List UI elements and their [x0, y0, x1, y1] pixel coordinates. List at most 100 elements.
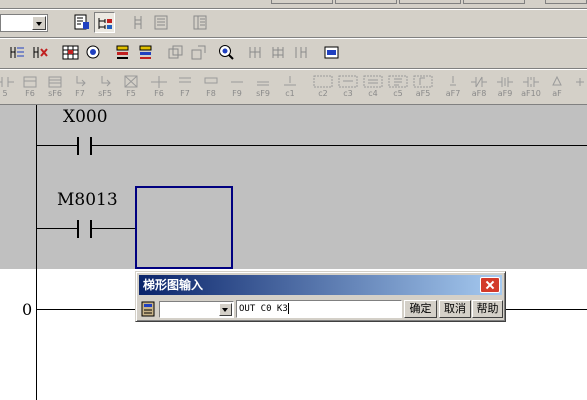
- file-button[interactable]: [151, 12, 172, 33]
- chip-icon: [413, 75, 433, 88]
- contact-icon: [124, 75, 138, 88]
- device-comment-button[interactable]: [130, 12, 151, 33]
- contact-icon: [231, 81, 243, 83]
- ladder-edit-button[interactable]: [7, 42, 28, 63]
- window-button[interactable]: [321, 42, 342, 63]
- contact-icon: [0, 77, 14, 87]
- fkey-button[interactable]: aF7: [441, 74, 465, 101]
- fkey-button[interactable]: c1: [278, 74, 302, 101]
- ladder-input-dialog: 梯形图输入 OUT C0 K3 确定 取消 帮助: [135, 271, 506, 322]
- ladder-edit-zone[interactable]: [0, 105, 587, 269]
- fkey-button[interactable]: F9: [225, 74, 249, 101]
- contact-icon: [552, 75, 562, 86]
- contact-icon: [576, 78, 584, 86]
- ladder-edit-icon: [10, 47, 24, 58]
- contact-label-m8013: M8013: [57, 190, 118, 210]
- text-caret: [287, 303, 289, 314]
- contact-icon: [23, 76, 37, 88]
- fkey-button[interactable]: sF5: [93, 74, 117, 101]
- zoom-button[interactable]: [216, 42, 237, 63]
- contact-label-x000: X000: [63, 107, 108, 127]
- fkey-button[interactable]: c2: [311, 74, 335, 101]
- contact-icon: [204, 77, 218, 84]
- split-mid-icon: [272, 47, 284, 58]
- instruction-book-icon: [141, 301, 155, 317]
- normally-open-contact[interactable]: [90, 137, 92, 155]
- split-mid-button[interactable]: [268, 42, 289, 63]
- dialog-titlebar[interactable]: 梯形图输入: [139, 275, 502, 295]
- normally-open-contact[interactable]: [77, 220, 79, 238]
- fkey-button[interactable]: aF: [545, 74, 569, 101]
- circuit-convert-button[interactable]: [94, 12, 115, 33]
- fkey-button[interactable]: F5: [119, 74, 143, 101]
- insert-row-button[interactable]: [112, 42, 133, 63]
- contact-icon: [284, 76, 296, 86]
- ladder-delete-button[interactable]: [30, 42, 51, 63]
- zoom-icon: [219, 45, 234, 60]
- contact-icon: [101, 76, 111, 87]
- contact-icon: [151, 76, 167, 88]
- contact-icon: [523, 77, 539, 87]
- delete-row-button[interactable]: [135, 42, 156, 63]
- paste-icon: [191, 45, 206, 60]
- paste-button[interactable]: [188, 42, 209, 63]
- fkey-button[interactable]: aF5: [411, 74, 435, 101]
- fkey-button[interactable]: F6: [147, 74, 171, 101]
- fkey-button[interactable]: aF8: [467, 74, 491, 101]
- chip-icon: [338, 75, 358, 88]
- split-right-button[interactable]: [291, 42, 312, 63]
- fkey-button[interactable]: F6: [18, 74, 42, 101]
- fkey-button[interactable]: aF10: [519, 74, 543, 101]
- chip-icon: [388, 75, 408, 88]
- chip-icon: [313, 75, 333, 88]
- fkey-button[interactable]: c4: [361, 74, 385, 101]
- step-number: 0: [22, 300, 33, 319]
- contact-icon: [450, 76, 456, 86]
- fkey-button[interactable]: [571, 74, 587, 101]
- contact-icon: [471, 76, 487, 88]
- split-left-button[interactable]: [245, 42, 266, 63]
- cancel-button[interactable]: 取消: [439, 300, 471, 318]
- help-button[interactable]: 帮助: [472, 300, 503, 318]
- chevron-down-icon[interactable]: [32, 16, 46, 30]
- grid-button[interactable]: [60, 42, 81, 63]
- ok-button[interactable]: 确定: [404, 300, 437, 318]
- fkey-button[interactable]: 5: [0, 74, 17, 101]
- window-icon: [324, 46, 339, 59]
- fkey-button[interactable]: c3: [336, 74, 360, 101]
- contact-icon: [257, 81, 269, 86]
- list-button[interactable]: [190, 12, 211, 33]
- copy-button[interactable]: [165, 42, 186, 63]
- insert-row-icon: [116, 45, 129, 59]
- list-icon: [193, 15, 207, 30]
- normally-open-contact[interactable]: [77, 137, 79, 155]
- fkey-button[interactable]: F8: [199, 74, 223, 101]
- dialog-title: 梯形图输入: [143, 278, 204, 292]
- find-icon: [86, 45, 100, 59]
- fkey-button[interactable]: c5: [386, 74, 410, 101]
- file-icon: [154, 15, 168, 30]
- edit-cursor-box[interactable]: [135, 186, 233, 269]
- normally-open-contact[interactable]: [90, 220, 92, 238]
- fkey-button[interactable]: sF6: [43, 74, 67, 101]
- find-button[interactable]: [83, 42, 104, 63]
- fkey-button[interactable]: sF9: [251, 74, 275, 101]
- fkey-button[interactable]: aF9: [493, 74, 517, 101]
- ladder-delete-icon: [33, 47, 48, 58]
- ladder-monitor-button[interactable]: [72, 12, 93, 33]
- contact-icon: [76, 76, 86, 87]
- left-power-rail: [36, 105, 37, 400]
- chip-icon: [363, 75, 383, 88]
- chevron-down-icon[interactable]: [219, 303, 232, 316]
- contact-icon: [179, 77, 191, 83]
- grid-icon: [62, 45, 79, 60]
- fkey-button[interactable]: F7: [173, 74, 197, 101]
- instruction-input[interactable]: OUT C0 K3: [236, 300, 402, 318]
- program-combo[interactable]: [0, 14, 48, 32]
- instruction-type-select[interactable]: [159, 301, 234, 318]
- fkey-button[interactable]: F7: [68, 74, 92, 101]
- toolbar-area: 5 F6 sF6 F7 sF5 F5 F6 F7 F8 F9 sF9 c1 c2…: [0, 0, 587, 105]
- split-left-icon: [249, 47, 261, 58]
- close-button[interactable]: [480, 277, 500, 293]
- circuit-convert-icon: [98, 18, 112, 29]
